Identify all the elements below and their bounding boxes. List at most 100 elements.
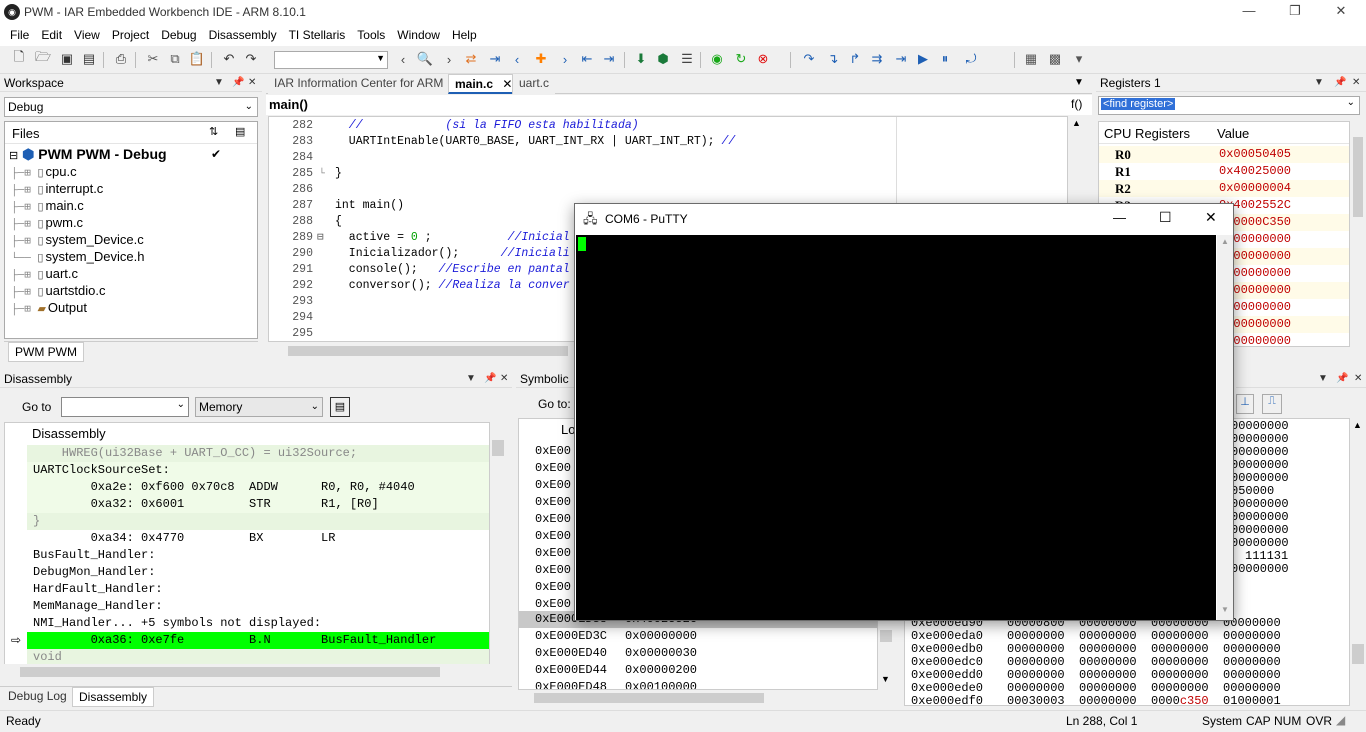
collapse-icon[interactable]: ⊟ — [9, 150, 18, 162]
redo-icon[interactable]: ↷ — [242, 50, 260, 68]
menu-project[interactable]: Project — [106, 28, 155, 42]
panel-close-icon[interactable]: ✕ — [1354, 370, 1362, 388]
step-over-icon[interactable]: ↷ — [800, 50, 818, 68]
goto-icon[interactable]: ⇥ — [486, 50, 504, 68]
go-icon[interactable]: ◉ — [708, 50, 726, 68]
next-bookmark-icon[interactable]: › — [556, 50, 574, 68]
bookmark-icon[interactable]: ✚ — [532, 50, 550, 68]
download-icon[interactable]: ⬇ — [632, 50, 650, 68]
overflow-icon[interactable]: ▾ — [1070, 50, 1088, 68]
sort-icon[interactable]: ⇅ — [209, 125, 218, 138]
menu-view[interactable]: View — [68, 28, 106, 42]
prev-bookmark-icon[interactable]: ‹ — [508, 50, 526, 68]
putty-close-button[interactable]: ✕ — [1205, 209, 1217, 226]
tab-debug-log[interactable]: Debug Log — [2, 687, 73, 707]
step-into-icon[interactable]: ↴ — [824, 50, 842, 68]
function-icon[interactable]: f() — [1071, 97, 1082, 111]
file-item[interactable]: ├─⊞ ▯ main.c — [11, 197, 84, 214]
step-out-icon[interactable]: ↱ — [846, 50, 864, 68]
dropdown-icon[interactable]: ▼ — [214, 74, 224, 92]
tab-uart-c[interactable]: uart.c — [512, 74, 556, 94]
file-item[interactable]: ├─⊞ ▯ uart.c — [11, 265, 78, 282]
tab-pwm-pwm[interactable]: PWM PWM — [8, 342, 84, 362]
symbolic-vscroll[interactable]: ▼ — [878, 628, 894, 688]
undo-icon[interactable]: ↶ — [220, 50, 238, 68]
tab-list-icon[interactable]: ▼ — [1074, 77, 1084, 88]
menu-help[interactable]: Help — [446, 28, 483, 42]
file-item[interactable]: ├─⊞ ▯ uartstdio.c — [11, 282, 105, 299]
page-icon[interactable]: ▤ — [330, 397, 350, 417]
toggle-breakpoint-icon[interactable]: ☰ — [678, 50, 696, 68]
go-arrow-icon[interactable]: ▶ — [914, 50, 932, 68]
layout-icon[interactable]: ▦ — [1022, 50, 1040, 68]
editor-hscroll[interactable] — [268, 343, 578, 359]
config-select[interactable]: Debug ⌄ — [4, 97, 258, 117]
memory-vscroll[interactable]: ▲ — [1350, 418, 1366, 706]
stop-icon[interactable]: ⊗ — [754, 50, 772, 68]
symbolic-hscroll[interactable] — [518, 690, 788, 706]
goto-input[interactable]: ⌄ — [61, 397, 189, 417]
pin-icon[interactable]: 📌 — [232, 74, 244, 92]
menu-file[interactable]: File — [4, 28, 35, 42]
print-icon[interactable]: ⎙ — [112, 50, 130, 68]
options-icon[interactable]: ▤ — [235, 125, 245, 138]
register-vscroll[interactable] — [1350, 121, 1366, 347]
file-item[interactable]: ├─⊞ ▯ pwm.c — [11, 214, 83, 231]
pin-icon[interactable]: 📌 — [1334, 74, 1346, 92]
cpu-icon[interactable]: ▩ — [1046, 50, 1064, 68]
dropdown-icon[interactable]: ▼ — [1314, 74, 1324, 92]
save-all-icon[interactable]: ▤ — [80, 50, 98, 68]
memory-select[interactable]: Memory ⌄ — [195, 397, 323, 417]
paste-icon[interactable]: 📋 — [188, 50, 206, 68]
next-statement-icon[interactable]: ⇉ — [868, 50, 886, 68]
panel-close-icon[interactable]: ✕ — [248, 74, 256, 92]
resize-grip-icon[interactable]: ◢ — [1336, 713, 1345, 727]
project-node[interactable]: ⊟ ⬢ PWM PWM - Debug — [9, 146, 167, 163]
cut-icon[interactable]: ✂ — [144, 50, 162, 68]
tab-close-icon[interactable]: ✕ — [502, 77, 512, 91]
file-item[interactable]: ├─⊞ ▯ system_Device.c — [11, 231, 144, 248]
dropdown-icon[interactable]: ▼ — [466, 370, 476, 388]
nav-forward-icon[interactable]: ⇥ — [600, 50, 618, 68]
register-find-text[interactable]: <find register> — [1101, 98, 1176, 110]
break-icon[interactable]: ⏸ — [936, 50, 954, 68]
file-item[interactable]: └── ▯ system_Device.h — [11, 248, 144, 265]
save-icon[interactable]: ▣ — [58, 50, 76, 68]
find-combo[interactable]: ▼ — [274, 51, 388, 69]
minimize-button[interactable]: — — [1226, 0, 1272, 24]
putty-vscroll[interactable]: ▲ ▼ — [1217, 235, 1233, 620]
putty-minimize-button[interactable]: — — [1113, 210, 1126, 225]
forward-icon[interactable]: › — [440, 50, 458, 68]
back-icon[interactable]: ‹ — [394, 50, 412, 68]
menu-debug[interactable]: Debug — [155, 28, 202, 42]
reset-debug-icon[interactable]: ⤾ — [962, 50, 980, 68]
putty-maximize-button[interactable]: ☐ — [1159, 209, 1172, 226]
tab-info-center[interactable]: IAR Information Center for ARM — [268, 74, 450, 94]
file-item[interactable]: ├─⊞ ▯ interrupt.c — [11, 180, 103, 197]
memory-wave-icon[interactable]: ⎍ — [1262, 394, 1282, 414]
register-find[interactable]: <find register> ⌄ — [1098, 96, 1360, 115]
disassembly-vscroll[interactable] — [490, 436, 506, 664]
disassembly-view[interactable]: Disassembly HWREG(ui32Base + UART_O_CC) … — [4, 422, 490, 680]
tab-main-c[interactable]: main.c ✕ — [448, 74, 520, 94]
close-button[interactable]: ✕ — [1318, 0, 1364, 24]
menu-disassembly[interactable]: Disassembly — [203, 28, 283, 42]
menu-tools[interactable]: Tools — [351, 28, 391, 42]
tab-disassembly[interactable]: Disassembly — [72, 687, 155, 707]
file-item[interactable]: ├─⊞ ▯ cpu.c — [11, 163, 77, 180]
nav-back-icon[interactable]: ⇤ — [578, 50, 596, 68]
menu-window[interactable]: Window — [391, 28, 446, 42]
debug-icon[interactable]: ⬢ — [654, 50, 672, 68]
find-icon[interactable]: 🔍 — [416, 50, 434, 68]
dropdown-icon[interactable]: ▼ — [1318, 370, 1328, 388]
menu-edit[interactable]: Edit — [35, 28, 68, 42]
fold-collapse-icon[interactable]: ⊟ — [317, 230, 324, 246]
pin-icon[interactable]: 📌 — [484, 370, 496, 388]
panel-close-icon[interactable]: ✕ — [1352, 74, 1360, 92]
open-file-icon[interactable]: 🗁 — [34, 49, 52, 68]
memory-tool-icon[interactable]: ⊥ — [1236, 394, 1254, 414]
restore-button[interactable]: ❐ — [1272, 0, 1318, 24]
replace-icon[interactable]: ⇄ — [462, 50, 480, 68]
menu-ti-stellaris[interactable]: TI Stellaris — [283, 28, 352, 42]
disassembly-hscroll[interactable] — [4, 664, 490, 680]
